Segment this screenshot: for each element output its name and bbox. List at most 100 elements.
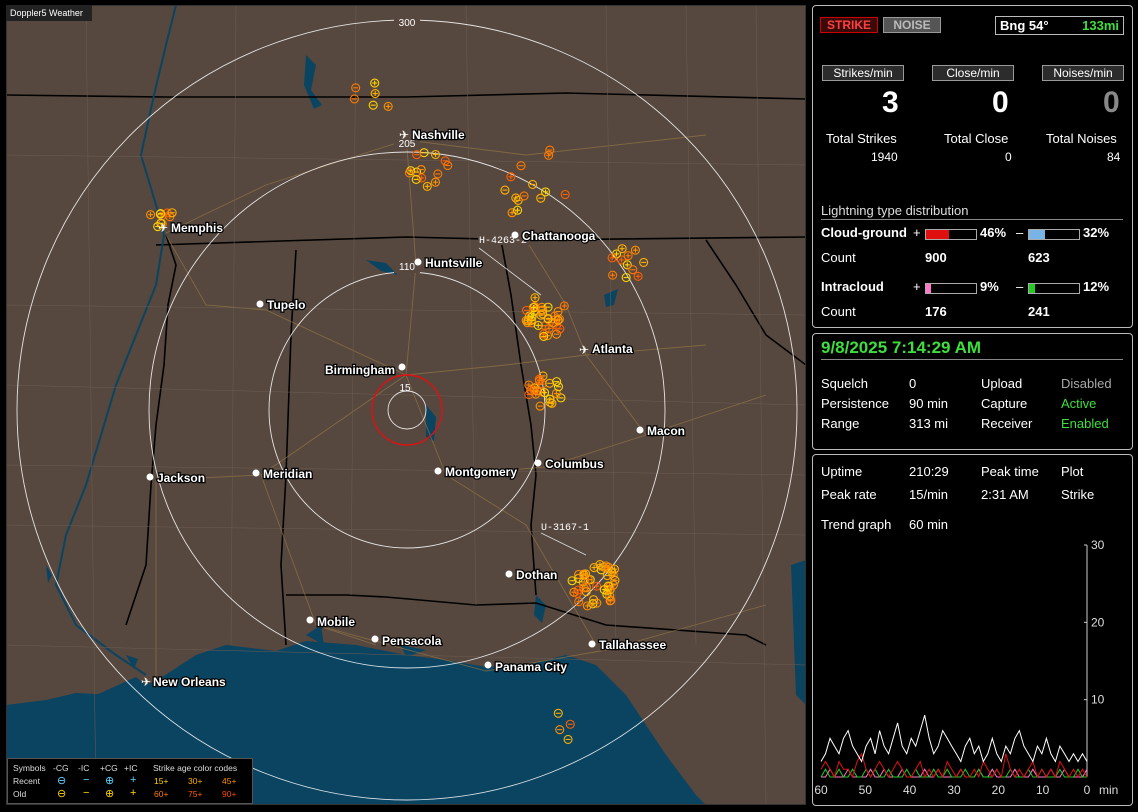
cg-pos-sign: + — [913, 225, 921, 240]
upload-value: Disabled — [1061, 376, 1112, 391]
city-memphis[interactable]: ✈ Memphis — [158, 220, 225, 237]
airport-icon: ✈ — [579, 343, 589, 357]
pos-ic-old-icon: + — [130, 787, 137, 799]
city-label: New Orleans — [153, 675, 226, 689]
pos-cg-old-icon: ⊕ — [105, 788, 115, 800]
city-dot — [434, 467, 442, 475]
pos-cg-recent-icon: ⊕ — [105, 775, 115, 787]
strikes-per-min-button[interactable]: Strikes/min — [822, 65, 904, 81]
close-per-min-button[interactable]: Close/min — [932, 65, 1014, 81]
cg-neg-sign: – — [1016, 225, 1024, 240]
city-birmingham[interactable]: Birmingham — [324, 362, 406, 378]
trend-graph-label: Trend graph — [821, 517, 892, 532]
city-label: Birmingham — [325, 363, 395, 377]
age-old-60: 60+ — [154, 789, 169, 799]
x-tick-label: 50 — [859, 783, 873, 797]
city-label: Tupelo — [267, 298, 305, 312]
ring-label-110: 110 — [399, 262, 415, 273]
city-dot — [256, 300, 264, 308]
city-dot — [306, 616, 314, 624]
ic-neg-count: 241 — [1028, 304, 1050, 319]
symbol-legend: Symbols -CG -IC +CG +IC Strike age color… — [7, 758, 253, 804]
capture-label: Capture — [981, 396, 1028, 411]
city-columbus[interactable]: Columbus — [534, 456, 605, 472]
lightning-map[interactable]: 300 205 110 15 H-4263-2 U-3167-1 ✈ Nashvi… — [6, 5, 806, 805]
cg-neg-bar — [1028, 229, 1080, 240]
noise-button[interactable]: NOISE — [883, 17, 941, 33]
upload-label: Upload — [981, 376, 1023, 391]
city-nashville[interactable]: ✈ Nashville — [399, 127, 466, 144]
noises-per-min-value: 0 — [1103, 86, 1120, 119]
legend-pos-cg-header: +CG — [100, 763, 118, 773]
legend-age-title: Strike age color codes — [153, 763, 238, 773]
neg-cg-recent-icon: ⊖ — [57, 775, 67, 787]
city-label: Tallahassee — [599, 638, 666, 652]
ic-neg-percent: 12% — [1083, 279, 1110, 294]
cg-pos-percent: 46% — [980, 225, 1007, 240]
x-tick-label: 30 — [947, 783, 961, 797]
ic-neg-bar — [1028, 283, 1080, 294]
city-label: Chattanooga — [522, 229, 596, 243]
strike-button[interactable]: STRIKE — [820, 17, 878, 33]
city-dot — [371, 635, 379, 643]
y-tick-label: 20 — [1091, 615, 1105, 629]
neg-ic-recent-icon: − — [83, 774, 90, 786]
legend-neg-cg-header: -CG — [53, 763, 69, 773]
city-chattanooga[interactable]: Chattanooga — [511, 228, 597, 244]
cg-neg-percent: 32% — [1083, 225, 1110, 240]
pos-ic-recent-icon: + — [130, 774, 137, 786]
age-old-90: 90+ — [222, 789, 237, 799]
noises-per-min-button[interactable]: Noises/min — [1042, 65, 1124, 81]
squelch-value: 0 — [909, 376, 917, 391]
city-montgomery[interactable]: Montgomery — [434, 464, 519, 480]
uptime-label: Uptime — [821, 464, 863, 479]
x-tick-label: 20 — [992, 783, 1006, 797]
intracloud-label: Intracloud — [821, 279, 884, 294]
x-tick-label: 10 — [1036, 783, 1050, 797]
city-label: Pensacola — [382, 634, 442, 648]
persistence-label: Persistence — [821, 396, 889, 411]
city-panama-city[interactable]: Panama City — [484, 659, 569, 675]
city-label: Meridian — [263, 467, 312, 481]
distribution-divider — [821, 219, 1123, 220]
city-label: Huntsville — [425, 256, 483, 270]
total-close-label: Total Close — [944, 131, 1009, 146]
trend-graph-value[interactable]: 60 min — [909, 517, 948, 532]
city-label: Memphis — [171, 221, 223, 235]
ic-pos-percent: 9% — [980, 279, 999, 294]
bearing-value: Bng 54° — [1000, 18, 1049, 33]
trend-series-line — [820, 752, 1088, 779]
plot-value[interactable]: Strike — [1061, 487, 1094, 502]
receiver-value: Enabled — [1061, 416, 1109, 431]
city-new-orleans[interactable]: ✈ New Orleans — [141, 674, 227, 691]
neg-cg-old-icon: ⊖ — [57, 788, 67, 800]
airport-icon: ✈ — [141, 675, 151, 689]
city-label: Montgomery — [445, 465, 517, 479]
ic-pos-bar — [925, 283, 977, 294]
age-old-75: 75+ — [188, 789, 203, 799]
bearing-display: Bng 54° 133mi — [995, 16, 1124, 35]
current-datetime: 9/8/2025 7:14:29 AM — [821, 338, 982, 357]
city-atlanta[interactable]: ✈ Atlanta — [579, 341, 634, 358]
city-dot — [505, 570, 513, 578]
city-dot — [636, 426, 644, 434]
legend-old-label: Old — [13, 789, 27, 799]
cloud-ground-label: Cloud-ground — [821, 225, 907, 240]
city-pensacola[interactable]: Pensacola — [371, 633, 443, 649]
city-huntsville[interactable]: Huntsville — [414, 255, 484, 271]
distribution-title: Lightning type distribution — [821, 203, 969, 218]
strikes-per-min-value: 3 — [882, 86, 899, 119]
legend-recent-label: Recent — [13, 776, 40, 786]
ic-pos-count: 176 — [925, 304, 947, 319]
squelch-label: Squelch — [821, 376, 868, 391]
y-tick-label: 30 — [1091, 539, 1105, 552]
peak-rate-label: Peak rate — [821, 487, 877, 502]
city-dot — [414, 258, 422, 266]
age-recent-30: 30+ — [188, 776, 203, 786]
cg-neg-count: 623 — [1028, 250, 1050, 265]
city-tallahassee[interactable]: Tallahassee — [588, 637, 668, 653]
statistics-panel: Uptime 210:29 Peak time Plot Peak rate 1… — [812, 454, 1133, 806]
uptime-value: 210:29 — [909, 464, 949, 479]
city-dot — [252, 469, 260, 477]
station-label-u-3167-1: U-3167-1 — [541, 523, 589, 534]
